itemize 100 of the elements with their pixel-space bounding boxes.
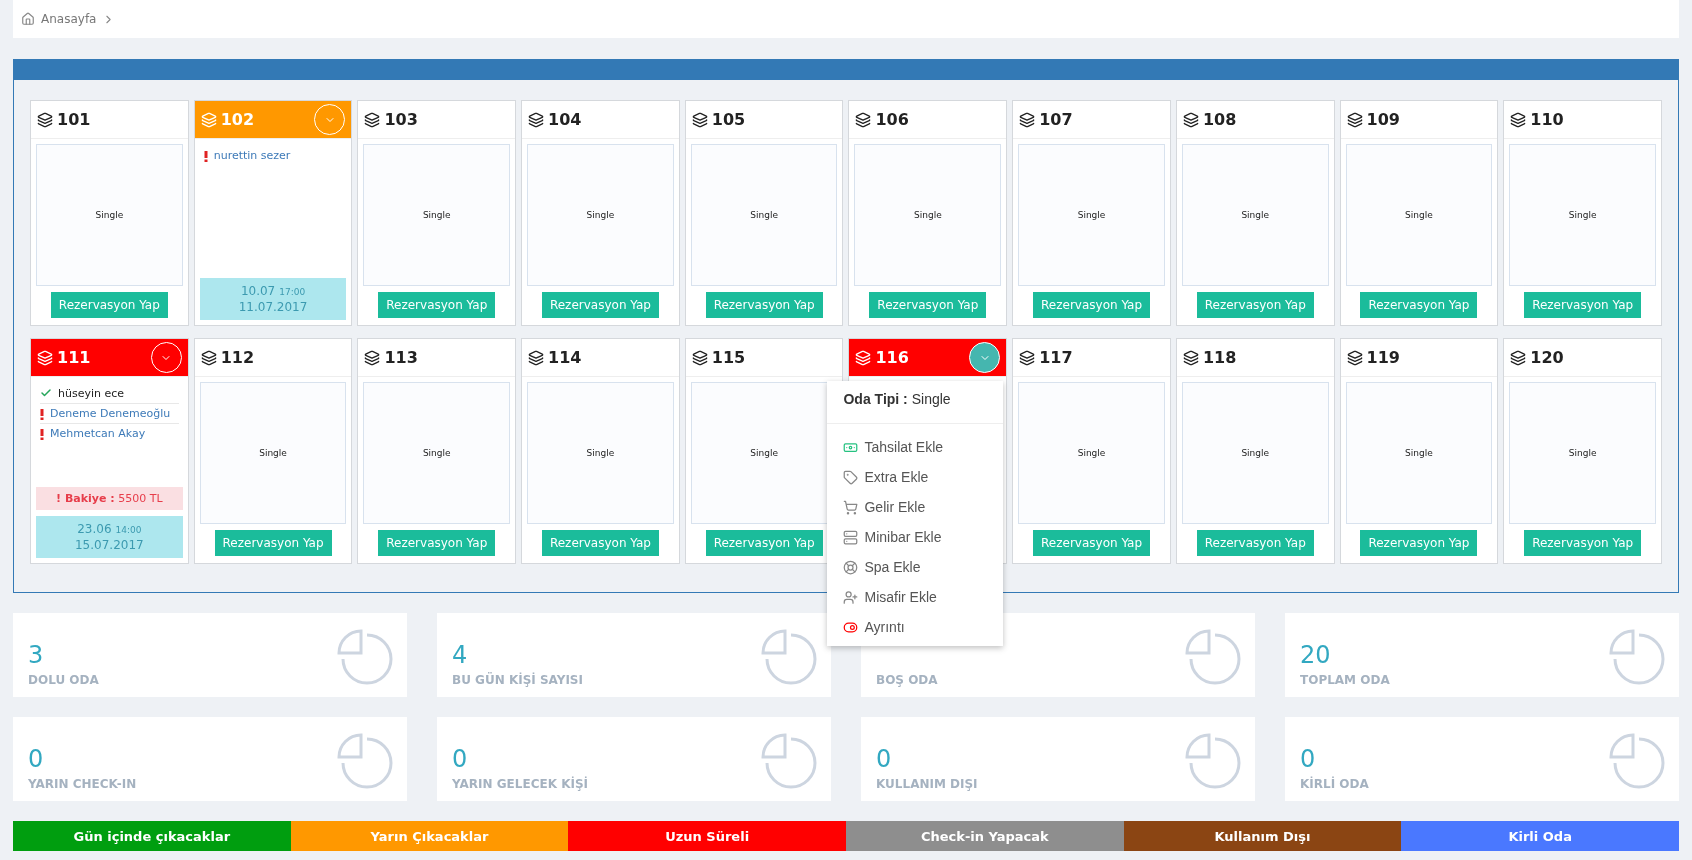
guest-name[interactable]: Mehmetcan Akay (40, 424, 179, 443)
room-type-panel: Single (1509, 382, 1656, 524)
reservation-button[interactable]: Rezervasyon Yap (869, 292, 987, 318)
room-number: 104 (548, 110, 583, 129)
pie-chart-icon (761, 733, 817, 789)
reservation-button[interactable]: Rezervasyon Yap (214, 530, 332, 556)
room-number: 113 (384, 348, 419, 367)
room-number: 119 (1366, 348, 1401, 367)
pie-chart-icon (337, 629, 393, 685)
layers-icon (200, 111, 217, 128)
reservation-button[interactable]: Rezervasyon Yap (378, 292, 496, 318)
guest-name[interactable]: nurettin sezer (203, 146, 343, 165)
room-type-panel: Single (199, 382, 347, 524)
room-type-panel: Single (1018, 144, 1165, 286)
guest-name[interactable]: hüseyin ece (40, 384, 179, 404)
stat-label: BU GÜN KİŞİ SAYISI (452, 673, 583, 687)
room-type-panel: Single (1345, 382, 1493, 524)
check-icon (40, 387, 52, 399)
layers-icon (364, 349, 381, 366)
stat-value: 20 (1300, 641, 1332, 669)
stat-label: YARIN CHECK-IN (28, 777, 137, 791)
room-number: 120 (1530, 348, 1565, 367)
tag-icon (843, 469, 859, 485)
reservation-button[interactable]: Rezervasyon Yap (1033, 292, 1151, 318)
layers-icon (37, 111, 53, 128)
room-type-panel: Single (1018, 382, 1165, 524)
layers-icon (364, 111, 381, 128)
stat-label: YARIN GELECEK KİŞİ (452, 777, 588, 791)
layers-icon (691, 349, 708, 366)
layers-icon (1346, 111, 1363, 128)
room-type-panel: Single (690, 144, 838, 286)
stat-value: 0 (28, 745, 45, 773)
reservation-button[interactable]: Rezervasyon Yap (1196, 292, 1314, 318)
layers-icon (1346, 349, 1363, 366)
layers-icon (528, 111, 545, 128)
layers-icon (528, 349, 545, 366)
menu-item[interactable]: Minibar Ekle (827, 522, 1004, 552)
layers-icon (37, 349, 53, 366)
room-menu-toggle[interactable] (969, 342, 1001, 373)
room-type-panel: Single (527, 144, 674, 286)
balance-notice: ! Bakiye : 5500 TL (36, 486, 183, 510)
reservation-button[interactable]: Rezervasyon Yap (1360, 292, 1478, 318)
pie-chart-icon (1609, 629, 1665, 685)
reservation-button[interactable]: Rezervasyon Yap (541, 292, 659, 318)
room-number: 107 (1039, 110, 1074, 129)
reservation-button[interactable]: Rezervasyon Yap (1196, 530, 1314, 556)
reservation-button[interactable]: Rezervasyon Yap (1524, 292, 1642, 318)
layers-icon (1019, 349, 1036, 366)
alert-icon (40, 429, 44, 440)
stat-label: KİRLİ ODA (1300, 777, 1369, 791)
room-type-panel: Single (1181, 382, 1329, 524)
pie-chart-icon (1185, 629, 1241, 685)
layers-icon (855, 111, 872, 128)
stat-value: 0 (876, 745, 893, 773)
home-icon (21, 12, 35, 26)
room-type-panel: Single (363, 144, 511, 286)
alert-icon (40, 409, 44, 420)
layers-icon (1182, 349, 1199, 366)
reservation-button[interactable]: Rezervasyon Yap (50, 292, 168, 318)
reservation-button[interactable]: Rezervasyon Yap (541, 530, 659, 556)
reservation-button[interactable]: Rezervasyon Yap (705, 292, 823, 318)
reservation-button[interactable]: Rezervasyon Yap (378, 530, 496, 556)
room-type-panel: Single (1345, 144, 1493, 286)
room-type-panel: Single (854, 144, 1002, 286)
stay-dates: 23.06 14:00 15.07.2017 (36, 515, 183, 558)
legend-item: Check-in Yapacak (846, 821, 1124, 851)
room-number: 112 (220, 348, 256, 367)
layers-icon (1510, 111, 1527, 128)
room-number: 110 (1530, 110, 1565, 129)
legend-item: Yarın Çıkacaklar (290, 821, 569, 851)
legend-item: Gün içinde çıkacaklar (13, 821, 291, 851)
layers-icon (855, 349, 872, 366)
stay-dates: 10.07 17:00 11.07.2017 (199, 277, 347, 320)
room-number: 101 (57, 110, 92, 129)
breadcrumb-link[interactable]: Anasayfa (41, 12, 97, 26)
list-icon (843, 529, 859, 545)
room-number: 109 (1366, 110, 1401, 129)
reservation-button[interactable]: Rezervasyon Yap (1360, 530, 1478, 556)
layers-icon (1182, 111, 1199, 128)
reservation-button[interactable]: Rezervasyon Yap (705, 530, 823, 556)
room-number: 106 (875, 110, 910, 129)
stat-label: KULLANIM DIŞI (876, 777, 978, 791)
room-number: 116 (875, 348, 910, 367)
reservation-button[interactable]: Rezervasyon Yap (1033, 530, 1151, 556)
room-number: 115 (711, 348, 747, 367)
pie-chart-icon (337, 733, 393, 789)
menu-item[interactable]: Misafir Ekle (827, 582, 1004, 612)
user-plus-icon (843, 589, 859, 605)
lifebuoy-icon (843, 559, 859, 575)
menu-item[interactable]: Ayrıntı (827, 612, 1004, 642)
legend-item: Kirli Oda (1401, 821, 1679, 851)
menu-item[interactable]: Spa Ekle (827, 552, 1004, 582)
reservation-button[interactable]: Rezervasyon Yap (1524, 530, 1642, 556)
guest-name[interactable]: Deneme Denemeoğlu (40, 404, 179, 424)
room-number: 105 (711, 110, 747, 129)
room-number: 108 (1202, 110, 1238, 129)
stat-label: TOPLAM ODA (1300, 673, 1390, 687)
stat-value: 0 (452, 745, 469, 773)
stat-value: 3 (28, 641, 45, 669)
room-type-label: Oda Tipi : Single (827, 381, 1004, 424)
